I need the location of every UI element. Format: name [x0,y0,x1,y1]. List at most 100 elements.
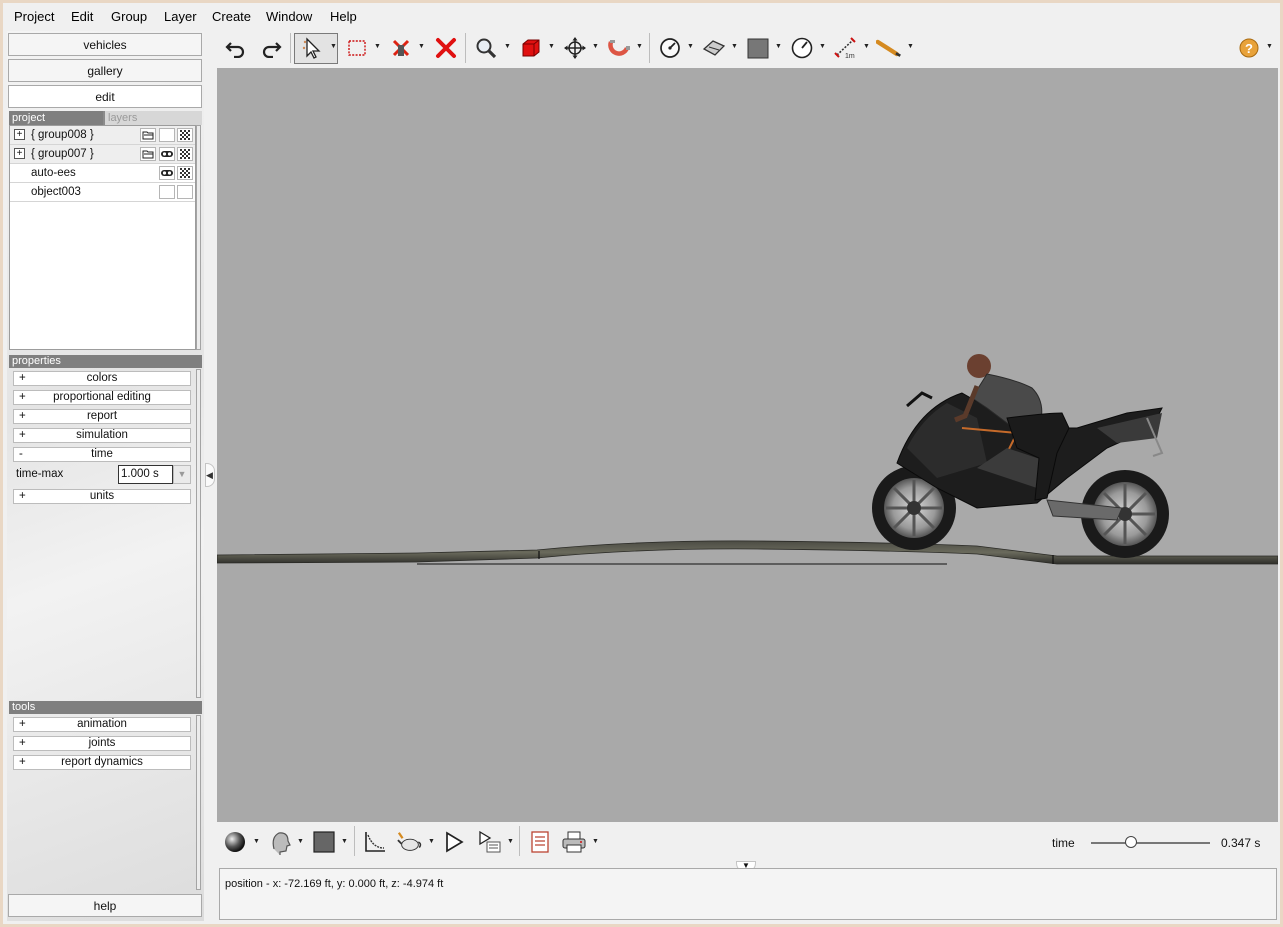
properties-scrollbar[interactable] [196,369,201,698]
prop-simulation[interactable]: + simulation [13,428,191,443]
material-dropdown-icon[interactable]: ▼ [341,838,348,845]
gallery-button[interactable]: gallery [8,59,202,82]
help-button[interactable]: help [8,894,202,917]
pen-dropdown-icon[interactable]: ▼ [907,43,914,50]
menu-create[interactable]: Create [212,9,251,24]
rectangle-select-dropdown-icon[interactable]: ▼ [374,43,381,50]
prop-label: colors [86,372,118,384]
motorcycle-rider [872,354,1169,558]
head-icon[interactable] [267,828,293,856]
delete-marker-dropdown-icon[interactable]: ▼ [418,43,425,50]
clock-icon[interactable] [657,34,683,62]
prop-time[interactable]: - time [13,447,191,462]
menu-project[interactable]: Project [14,9,54,24]
surface-icon[interactable] [701,34,727,62]
checker-icon[interactable] [177,147,193,161]
prop-proportional-editing[interactable]: + proportional editing [13,390,191,405]
3d-viewport[interactable] [217,68,1278,822]
tree-row-auto-ees[interactable]: auto-ees [10,164,195,183]
move-dropdown-icon[interactable]: ▼ [592,43,599,50]
select-arrow-icon[interactable] [300,34,326,62]
visibility-cell[interactable] [159,128,175,142]
teapot-dropdown-icon[interactable]: ▼ [428,838,435,845]
teapot-icon[interactable] [397,828,423,856]
redo-icon[interactable] [258,34,284,62]
prop-units[interactable]: + units [13,489,191,504]
undo-icon[interactable] [223,34,249,62]
head-dropdown-icon[interactable]: ▼ [297,838,304,845]
menu-window[interactable]: Window [266,9,312,24]
time-slider-track[interactable] [1091,842,1210,844]
time-max-input[interactable]: 1.000 s [118,465,173,484]
vehicles-button[interactable]: vehicles [8,33,202,56]
tab-layers[interactable]: layers [105,111,202,125]
menu-group[interactable]: Group [111,9,147,24]
checker-icon[interactable] [177,166,193,180]
checker-icon[interactable] [177,128,193,142]
toolbar-separator [354,826,355,856]
print-dropdown-icon[interactable]: ▼ [592,838,599,845]
sphere-icon[interactable] [222,828,248,856]
measure-dropdown-icon[interactable]: ▼ [863,43,870,50]
clock-dropdown-icon[interactable]: ▼ [687,43,694,50]
tool-report-dynamics[interactable]: + report dynamics [13,755,191,770]
toolbar-separator [519,826,520,856]
help-dropdown-icon[interactable]: ▼ [1266,43,1273,50]
mask-icon[interactable] [159,147,175,161]
edit-button[interactable]: edit [8,85,202,108]
play-list-icon[interactable] [477,828,503,856]
expand-toggle[interactable]: + [14,129,25,140]
tree-row-group007[interactable]: + { group007 } [10,145,195,164]
delete-icon[interactable] [433,34,459,62]
cube-icon[interactable] [518,34,544,62]
measure-icon[interactable]: 1m [833,34,859,62]
play-icon[interactable] [441,828,467,856]
time-slider-thumb[interactable] [1125,836,1137,848]
menu-help[interactable]: Help [330,9,357,24]
dial-dropdown-icon[interactable]: ▼ [819,43,826,50]
folder-icon[interactable] [140,147,156,161]
tool-joints[interactable]: + joints [13,736,191,751]
cube-dropdown-icon[interactable]: ▼ [548,43,555,50]
surface-dropdown-icon[interactable]: ▼ [731,43,738,50]
toolbar-separator [649,33,650,63]
zoom-icon[interactable] [473,34,499,62]
tool-label: report dynamics [61,756,143,768]
pen-icon[interactable] [876,34,902,62]
expand-toggle[interactable]: + [14,148,25,159]
folder-icon[interactable] [140,128,156,142]
time-max-dropdown[interactable]: ▼ [173,465,191,484]
menu-layer[interactable]: Layer [164,9,197,24]
magnet-dropdown-icon[interactable]: ▼ [636,43,643,50]
tools-scrollbar[interactable] [196,715,201,890]
tree-row-group008[interactable]: + { group008 } [10,126,195,145]
tree-row-object003[interactable]: object003 [10,183,195,202]
collapse-panel-icon[interactable]: ◀ [205,463,215,487]
print-icon[interactable] [561,828,587,856]
tool-animation[interactable]: + animation [13,717,191,732]
select-dropdown-icon[interactable]: ▼ [330,43,337,50]
square-icon[interactable] [745,34,771,62]
menu-edit[interactable]: Edit [71,9,93,24]
square-dropdown-icon[interactable]: ▼ [775,43,782,50]
play-list-dropdown-icon[interactable]: ▼ [507,838,514,845]
zoom-dropdown-icon[interactable]: ▼ [504,43,511,50]
report-icon[interactable] [527,828,553,856]
dial-icon[interactable] [789,34,815,62]
delete-marker-icon[interactable] [388,34,414,62]
render-cell[interactable] [177,185,193,199]
graph-icon[interactable] [362,828,388,856]
move-icon[interactable] [562,34,588,62]
prop-colors[interactable]: + colors [13,371,191,386]
mask-icon[interactable] [159,166,175,180]
tree-scrollbar[interactable] [196,125,201,350]
visibility-cell[interactable] [159,185,175,199]
tab-project[interactable]: project [9,111,103,125]
material-square-icon[interactable] [311,828,337,856]
rectangle-select-icon[interactable] [344,34,370,62]
position-readout: position - x: -72.169 ft, y: 0.000 ft, z… [225,878,444,890]
prop-report[interactable]: + report [13,409,191,424]
sphere-dropdown-icon[interactable]: ▼ [253,838,260,845]
magnet-icon[interactable] [606,34,632,62]
help-icon[interactable]: ? [1236,34,1262,62]
